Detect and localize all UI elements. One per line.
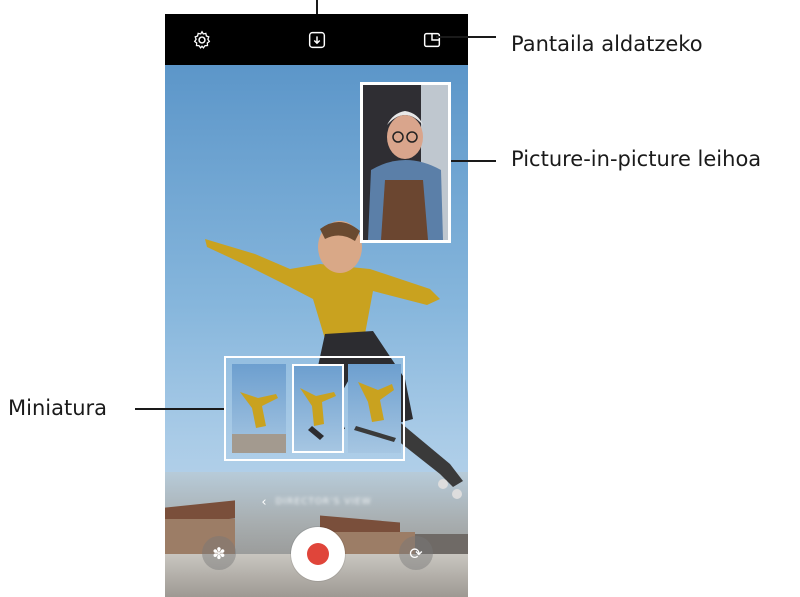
chevron-left-icon[interactable]: ‹ — [261, 495, 267, 510]
camera-top-bar — [165, 14, 468, 65]
mode-bar[interactable]: ‹ DIRECTOR'S VIEW — [165, 488, 468, 516]
thumbnail-item[interactable] — [232, 364, 286, 453]
flower-icon[interactable]: ✽ — [202, 536, 236, 570]
split-screen-icon[interactable] — [421, 29, 443, 51]
screen-switch-label: Pantaila aldatzeko — [511, 32, 703, 56]
camera-switch-icon[interactable]: ⟳ — [399, 536, 433, 570]
thumbnail-callout-line — [135, 408, 224, 410]
gear-icon[interactable] — [191, 29, 213, 51]
thumbnail-item-selected[interactable] — [292, 364, 344, 453]
top-callout-line — [316, 0, 318, 14]
screen-switch-callout-line — [436, 36, 496, 38]
mode-label: DIRECTOR'S VIEW — [275, 497, 372, 507]
pip-person — [363, 85, 448, 240]
record-dot — [307, 543, 329, 565]
record-button[interactable] — [291, 527, 345, 581]
camera-screen: ‹ DIRECTOR'S VIEW ✽ ⟳ — [165, 14, 468, 597]
thumbnail-item[interactable] — [348, 364, 401, 453]
pip-window-label: Picture-in-picture leihoa — [511, 147, 762, 171]
thumbnail-label: Miniatura — [8, 396, 108, 420]
pip-window[interactable] — [360, 82, 451, 243]
pip-callout-line — [451, 160, 496, 162]
thumbnail-strip — [224, 356, 405, 461]
download-icon[interactable] — [306, 29, 328, 51]
